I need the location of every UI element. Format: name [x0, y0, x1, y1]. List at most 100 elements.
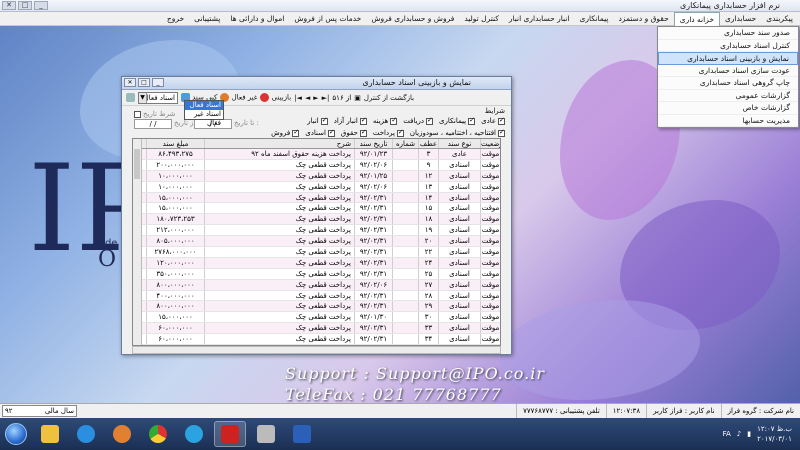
table-row[interactable]: موقت اسنادی ۱۵ ۹۲/۰۲/۳۱ پرداخت قطعی چک ۱۵،۰۰۰… [133, 203, 500, 215]
filter-checkbox[interactable] [468, 116, 476, 125]
filter-checkbox[interactable] [396, 128, 404, 137]
table-row[interactable]: موقت اسنادی ۳۳ ۹۲/۰۲/۳۱ پرداخت قطعی چک ۶۰،۰۰۰… [133, 323, 500, 335]
start-button[interactable] [0, 418, 32, 450]
column-header[interactable]: وضعیت [480, 139, 500, 148]
filter-checkbox[interactable] [359, 128, 367, 137]
filter-checkbox[interactable] [327, 128, 335, 137]
clock[interactable]: ۱۲:۰۷ ب.ظ ۲۰۱۷/۰۳/۰۱ [757, 424, 792, 444]
column-header[interactable]: نوع سند [438, 139, 480, 148]
taskbar-ie[interactable] [70, 421, 102, 447]
taskbar-explorer[interactable] [34, 421, 66, 447]
menu-item[interactable]: خدمات پس از فروش [289, 12, 366, 26]
table-row[interactable]: موقت اسنادی ۱۲ ۹۲/۰۱/۲۵ پرداخت قطعی چک ۱۰،۰۰۰… [133, 170, 500, 182]
taskbar-chrome[interactable] [142, 421, 174, 447]
dropdown-item[interactable]: عودت سازی اسناد حسابداری [658, 65, 798, 77]
taskbar-rocket[interactable] [250, 421, 282, 447]
menu-item[interactable]: کنترل تولید [459, 12, 504, 26]
table-row[interactable]: موقت اسنادی ۲۲ ۹۲/۰۲/۳۱ پرداخت قطعی چک ۲۷۶۸،۰… [133, 247, 500, 258]
document-status-select[interactable]: ▼ اسناد فعال [138, 91, 178, 104]
filter-option[interactable]: انبار [307, 116, 328, 125]
language-indicator[interactable]: FA [723, 430, 731, 438]
table-row[interactable]: موقت اسنادی ۲۷ ۹۲/۰۲/۰۶ پرداخت قطعی چک ۸۰۰،۰۰… [133, 279, 500, 291]
column-header[interactable]: شماره [392, 139, 418, 148]
column-header[interactable]: شرح [204, 139, 354, 148]
menu-item[interactable]: خروج [162, 12, 189, 26]
table-row[interactable]: موقت اسنادی ۲۰ ۹۲/۰۲/۳۱ پرداخت قطعی چک ۸۰۵،۰۰… [133, 236, 500, 248]
filter-option[interactable]: حقوق [341, 128, 367, 137]
filter-checkbox[interactable] [498, 128, 505, 137]
table-row[interactable]: موقت اسنادی ۱۹ ۹۲/۰۲/۳۱ پرداخت قطعی چک ۲۱۲،۰۰… [133, 225, 500, 237]
filter-checkbox[interactable] [320, 116, 328, 125]
table-row[interactable]: موقت اسنادی ۳۴ ۹۲/۰۲/۳۱ پرداخت قطعی چک ۶۰،۰۰۰… [133, 334, 500, 345]
close-icon[interactable]: ✕ [124, 78, 136, 87]
filter-option[interactable]: پرداخت [373, 128, 404, 137]
table-row[interactable]: موقت اسنادی ۲۸ ۹۲/۰۲/۳۱ پرداخت قطعی چک ۴۰۰،۰۰… [133, 290, 500, 302]
nav-first-button[interactable]: |◄ [294, 94, 302, 102]
maximize-icon[interactable]: □ [18, 1, 32, 10]
menu-item[interactable]: پیکربندی [761, 12, 798, 26]
table-row[interactable]: موقت عادی ۳ ۹۲/۰۱/۲۳ پرداخت هزینه حقوق اسفند… [133, 149, 500, 160]
nav-last-button[interactable]: ►| [322, 94, 330, 102]
menu-item[interactable]: انبار حسابداری انبار [504, 12, 575, 26]
date-filter-checkbox[interactable] [134, 110, 141, 118]
column-header[interactable]: عطف [418, 139, 438, 148]
combo-option[interactable]: اسناد فعال [185, 101, 223, 110]
filter-option[interactable]: عادی [481, 116, 505, 125]
refresh-button[interactable]: بازبینی [260, 93, 291, 102]
table-row[interactable]: موقت اسنادی ۲۹ ۹۲/۰۲/۳۱ پرداخت قطعی چک ۸۰۰،۰۰… [133, 301, 500, 313]
dropdown-item[interactable]: چاپ گروهی اسناد حسابداری [658, 77, 798, 90]
dropdown-item[interactable]: مدیریت حسابها [658, 115, 798, 127]
filter-option[interactable]: فروش [271, 128, 300, 137]
combo-option[interactable]: اسناد غیر فعال [185, 110, 223, 127]
menu-item[interactable]: پیمانکاری [575, 12, 614, 26]
filter-checkbox[interactable] [292, 128, 300, 137]
grid-horizontal-scrollbar[interactable] [132, 346, 501, 354]
column-header[interactable]: تاریخ سند [354, 139, 392, 148]
menu-item[interactable]: خزانه داری [673, 11, 720, 26]
volume-icon[interactable]: ♪ [737, 430, 741, 438]
return-from-control-button[interactable]: بازگشت از کنترل [364, 94, 414, 102]
network-icon[interactable]: ▮ [747, 430, 751, 438]
filter-option[interactable]: اسنادی [305, 128, 335, 137]
table-row[interactable]: موقت اسنادی ۱۸ ۹۲/۰۲/۳۱ پرداخت قطعی چک ۱۸۰،۷۲… [133, 214, 500, 226]
minimize-icon[interactable]: _ [152, 78, 164, 87]
dropdown-item[interactable]: نمایش و بازبینی اسناد حسابداری [658, 52, 798, 65]
menu-item[interactable]: پشتیبانی [189, 12, 225, 26]
filter-option[interactable]: پیمانکاری [439, 116, 476, 125]
from-date-input[interactable]: / / [134, 119, 172, 129]
filter-checkbox[interactable] [498, 116, 505, 125]
menu-item[interactable]: فروش و حسابداری فروش [366, 12, 459, 26]
filter-option[interactable]: دریافت [403, 116, 434, 125]
taskbar-media[interactable] [106, 421, 138, 447]
menu-item[interactable]: حسابداری [720, 12, 761, 26]
filter-checkbox[interactable] [359, 116, 367, 125]
dropdown-item[interactable]: صدور سند حسابداری [658, 27, 798, 40]
minimize-icon[interactable]: _ [34, 1, 48, 10]
filter-option[interactable]: انبار آزاد [334, 116, 367, 125]
grid-vertical-scrollbar[interactable] [133, 139, 142, 345]
maximize-icon[interactable]: □ [138, 78, 150, 87]
table-row[interactable]: موقت اسنادی ۱۳ ۹۲/۰۲/۰۶ پرداخت قطعی چک ۱۰،۰۰۰… [133, 181, 500, 193]
table-row[interactable]: موقت اسنادی ۳۰ ۹۲/۰۱/۳۰ پرداخت قطعی چک ۱۵،۰۰۰… [133, 312, 500, 324]
menu-item[interactable]: اموال و دارائی ها [225, 12, 289, 26]
dropdown-item[interactable]: گزارشات خاص [658, 102, 798, 115]
filter-checkbox[interactable] [390, 116, 398, 125]
table-row[interactable]: موقت اسنادی ۱۴ ۹۲/۰۲/۳۱ پرداخت قطعی چک ۱۵،۰۰۰… [133, 192, 500, 204]
taskbar-telegram[interactable] [178, 421, 210, 447]
dropdown-item[interactable]: کنترل اسناد حسابداری [658, 40, 798, 52]
table-row[interactable]: موقت اسنادی ۹ ۹۲/۰۲/۰۶ پرداخت قطعی چک ۲۰۰،۰۰۰… [133, 159, 500, 171]
filter-option[interactable]: هزینه [373, 116, 398, 125]
deactivate-button[interactable]: غیر فعال [220, 93, 257, 102]
fiscal-year-select[interactable]: سال مالی ۹۲ [2, 405, 77, 417]
table-row[interactable]: موقت اسنادی ۲۵ ۹۲/۰۲/۳۱ پرداخت قطعی چک ۳۵۰،۰۰… [133, 268, 500, 280]
table-row[interactable]: موقت اسنادی ۲۴ ۹۲/۰۲/۳۱ پرداخت قطعی چک ۱۲۰،۰۰… [133, 257, 500, 269]
nav-next-button[interactable]: ► [313, 94, 318, 102]
taskbar-accounting-app[interactable] [214, 421, 246, 447]
filter-option[interactable]: افتتاحیه ، اختتامیه ، سودوزیان [410, 128, 505, 137]
date-filter-toggle[interactable]: شرط تاریخ [134, 110, 175, 118]
column-header[interactable]: مبلغ سند [146, 139, 204, 148]
scroll-thumb[interactable] [134, 149, 140, 179]
taskbar-word[interactable] [286, 421, 318, 447]
close-icon[interactable]: ✕ [2, 1, 16, 10]
filter-checkbox[interactable] [426, 116, 434, 125]
